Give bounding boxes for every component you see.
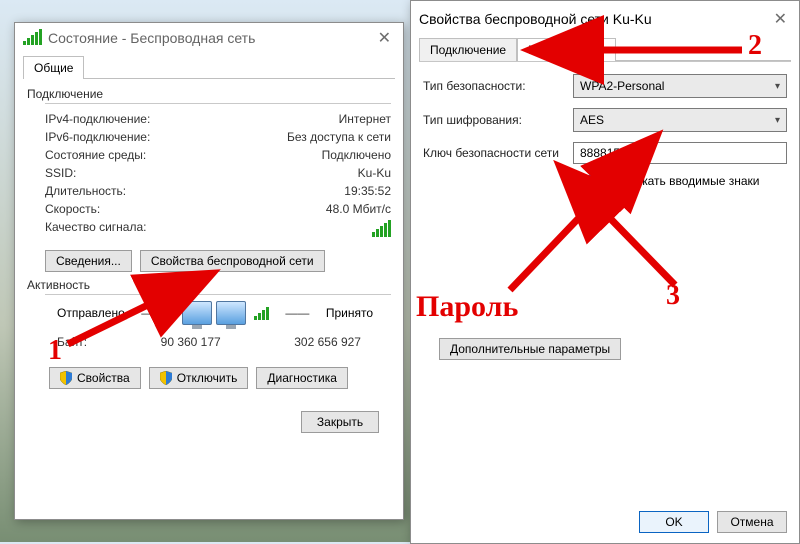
group-activity: Активность [27,278,391,292]
row-speed: Скорость:48.0 Мбит/с [27,200,391,218]
encryption-combo[interactable]: AES ▾ [573,108,787,132]
close-icon[interactable]: ✕ [770,9,791,29]
row-ssid: SSID:Ku-Ku [27,164,391,182]
activity-icon [182,301,269,325]
row-security-type: Тип безопасности: WPA2-Personal ▾ [423,74,787,98]
security-type-combo[interactable]: WPA2-Personal ▾ [573,74,787,98]
wireless-properties-button[interactable]: Свойства беспроводной сети [140,250,325,272]
advanced-settings-button[interactable]: Дополнительные параметры [439,338,621,360]
annotation-arrow-2 [570,40,750,70]
diagnose-button[interactable]: Диагностика [256,367,348,389]
shield-icon [60,371,72,385]
row-encryption: Тип шифрования: AES ▾ [423,108,787,132]
activity-recv-label: Принято [326,306,373,320]
wifi-signal-icon [23,29,42,48]
tab-general[interactable]: Общие [23,56,84,79]
security-key-label: Ключ безопасности сети [423,146,573,160]
details-button[interactable]: Сведения... [45,250,132,272]
annotation-arrow-1 [60,292,180,352]
status-title: Состояние - Беспроводная сеть [48,30,255,46]
status-tabs: Общие [23,55,395,79]
tab-connection[interactable]: Подключение [419,38,517,61]
ok-cancel-row: OK Отмена [639,511,787,533]
close-icon[interactable]: ✕ [374,28,395,48]
encryption-label: Тип шифрования: [423,113,573,127]
close-button[interactable]: Закрыть [301,411,379,433]
security-key-input[interactable] [573,142,787,164]
chevron-down-icon: ▾ [775,115,780,126]
row-ipv6: IPv6-подключение:Без доступа к сети [27,128,391,146]
properties-button[interactable]: Свойства [49,367,141,389]
row-security-key: Ключ безопасности сети [423,142,787,164]
bytes-recv: 302 656 927 [294,335,361,349]
annotation-arrow-password [500,170,640,300]
row-media: Состояние среды:Подключено [27,146,391,164]
annotation-2: 2 [748,30,762,62]
disable-button[interactable]: Отключить [149,367,249,389]
properties-title: Свойства беспроводной сети Ku-Ku [419,11,652,27]
row-duration: Длительность:19:35:52 [27,182,391,200]
row-signal: Качество сигнала: [27,218,391,242]
properties-titlebar: Свойства беспроводной сети Ku-Ku ✕ [411,1,799,37]
group-connection: Подключение [27,87,391,101]
security-type-label: Тип безопасности: [423,79,573,93]
shield-icon [160,371,172,385]
cancel-button[interactable]: Отмена [717,511,787,533]
status-body: Подключение IPv4-подключение:Интернет IP… [27,87,391,433]
signal-strength-icon [372,220,391,240]
chevron-down-icon: ▾ [775,81,780,92]
status-window: Состояние - Беспроводная сеть ✕ Общие По… [14,22,404,520]
ok-button[interactable]: OK [639,511,709,533]
row-ipv4: IPv4-подключение:Интернет [27,110,391,128]
status-titlebar: Состояние - Беспроводная сеть ✕ [15,23,403,53]
